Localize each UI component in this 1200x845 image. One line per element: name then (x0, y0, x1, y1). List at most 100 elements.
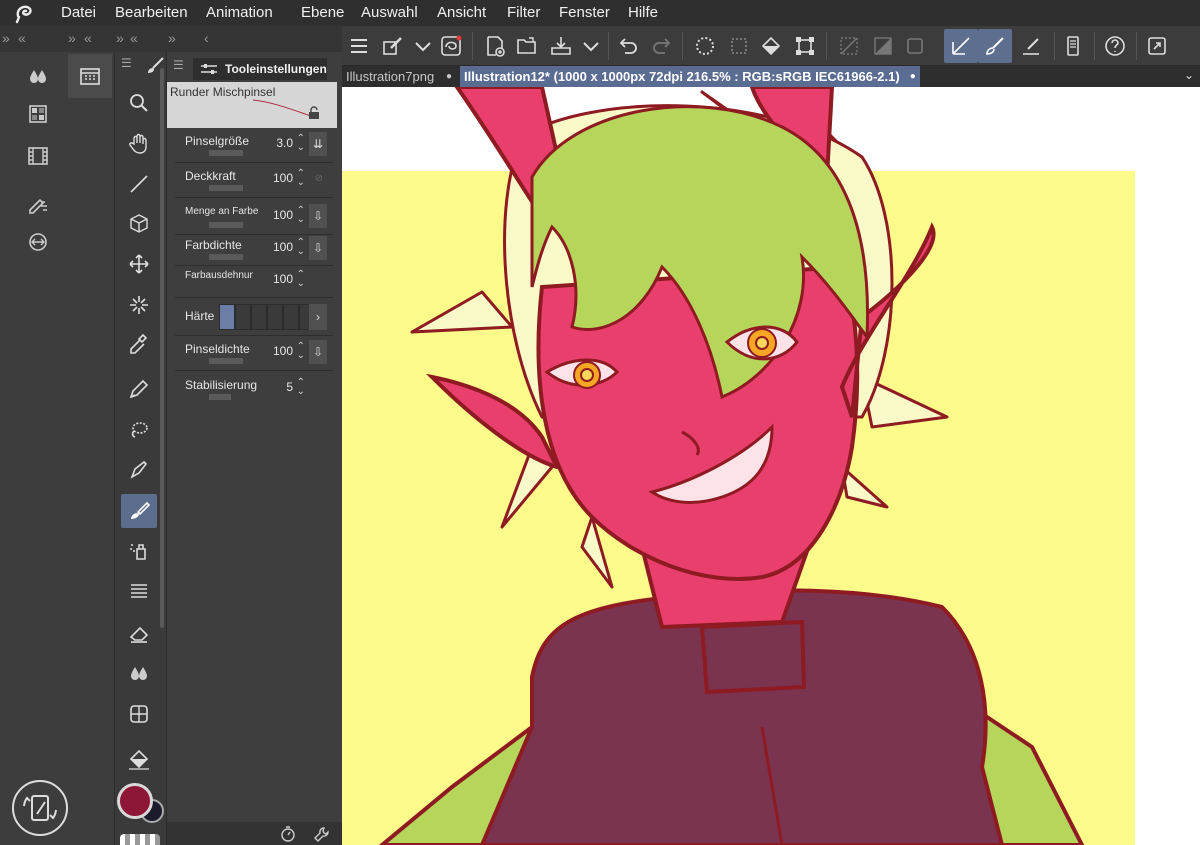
transform-icon[interactable] (790, 31, 820, 61)
menu-animation[interactable]: Animation (206, 4, 273, 21)
subtool-drops-icon[interactable] (24, 62, 52, 90)
chevron-right-icon[interactable]: › (309, 304, 327, 330)
lock-icon[interactable] (307, 106, 321, 125)
menu-ansicht[interactable]: Ansicht (437, 4, 486, 21)
auto-select-icon[interactable] (121, 288, 157, 322)
pencil-icon[interactable] (121, 453, 157, 487)
spin-icon[interactable]: ⌃ ⌄ (297, 238, 305, 257)
line-icon[interactable] (121, 167, 157, 201)
expand-right-icon[interactable]: » (168, 30, 176, 46)
expand-right-icon[interactable]: » (116, 30, 124, 46)
close-dot-icon[interactable]: ● (446, 71, 452, 82)
menu-bearbeiten[interactable]: Bearbeiten (115, 4, 188, 21)
3d-object-icon[interactable] (121, 207, 157, 241)
airbrush-icon[interactable] (121, 534, 157, 568)
palette-menu-icon[interactable]: ☰ (121, 56, 132, 70)
spin-icon[interactable]: ⌃ ⌄ (297, 378, 305, 397)
material-icon[interactable] (24, 100, 52, 128)
expand-right-icon[interactable]: » (68, 30, 76, 46)
smartphone-icon[interactable] (1058, 31, 1088, 61)
tab-illustration7[interactable]: Illustration7png ● (342, 66, 454, 87)
tool-settings-tab[interactable]: Tooleinstellungen (193, 58, 327, 80)
opacity-slider[interactable] (209, 185, 243, 191)
hand-icon[interactable] (121, 127, 157, 161)
menu-filter[interactable]: Filter (507, 4, 540, 21)
spin-icon[interactable]: ⌃ ⌄ (297, 270, 305, 289)
blend-icon[interactable] (121, 656, 157, 690)
save-icon[interactable] (546, 31, 576, 61)
color-stretch-value[interactable]: 100 (273, 272, 293, 286)
undo-icon[interactable] (614, 31, 644, 61)
figure-icon[interactable] (121, 697, 157, 731)
tool-scrollbar[interactable] (160, 68, 164, 628)
collapse-left-icon[interactable]: « (84, 30, 92, 46)
spin-icon[interactable]: ⌃ ⌄ (297, 134, 305, 153)
switch-device-icon[interactable] (10, 778, 70, 838)
menu-auswahl[interactable]: Auswahl (361, 4, 418, 21)
pressure-icon[interactable]: ⇩ (309, 204, 327, 228)
color-amount-slider[interactable] (209, 222, 243, 228)
menu-datei[interactable]: Datei (61, 4, 96, 21)
layer-property-icon[interactable] (24, 190, 52, 218)
close-dot-icon[interactable]: ● (910, 71, 916, 82)
reference-icon[interactable] (436, 31, 466, 61)
hardness-selector[interactable] (219, 304, 315, 330)
collapse-left-icon[interactable]: ‹ (204, 30, 209, 46)
fullscreen-icon[interactable] (1142, 31, 1172, 61)
select-all-icon[interactable] (690, 31, 720, 61)
brush-size-value[interactable]: 3.0 (276, 136, 293, 150)
color-density-value[interactable]: 100 (273, 240, 293, 254)
eyedropper-stroke-icon[interactable] (1016, 31, 1046, 61)
snap-special-icon[interactable] (868, 31, 898, 61)
fill-bucket-icon[interactable] (121, 742, 157, 776)
navigator-icon[interactable] (24, 228, 52, 256)
lasso-icon[interactable] (121, 413, 157, 447)
animation-icon[interactable] (24, 142, 52, 170)
eraser-icon[interactable] (121, 616, 157, 650)
color-amount-value[interactable]: 100 (273, 208, 293, 222)
expand-right-icon[interactable]: » (2, 30, 10, 46)
brush-preview[interactable]: Runder Mischpinsel (167, 82, 337, 128)
brush-size-slider[interactable] (209, 150, 243, 156)
collapse-left-icon[interactable]: « (18, 30, 26, 46)
disabled-toggle-icon[interactable]: ⊘ (315, 173, 323, 184)
menu-icon[interactable] (344, 31, 374, 61)
chevron-down-icon[interactable] (576, 31, 606, 61)
panel-menu-icon[interactable]: ☰ (173, 58, 184, 72)
eyedropper-icon[interactable] (121, 328, 157, 362)
pressure-settings-icon[interactable] (279, 825, 297, 845)
opacity-value[interactable]: 100 (273, 171, 293, 185)
menu-hilfe[interactable]: Hilfe (628, 4, 658, 21)
collapse-left-icon[interactable]: « (130, 30, 138, 46)
zoom-icon[interactable] (121, 86, 157, 120)
chevron-down-icon[interactable] (408, 31, 438, 61)
color-density-slider[interactable] (209, 254, 243, 260)
transparent-color-swatch[interactable] (120, 834, 160, 845)
snap-ruler-icon[interactable] (834, 31, 864, 61)
new-canvas-icon[interactable] (480, 31, 510, 61)
spin-icon[interactable]: ⌃ ⌄ (297, 342, 305, 361)
pressure-icon[interactable]: ⇩ (309, 340, 327, 364)
tab-illustration12[interactable]: Illustration12* (1000 x 1000px 72dpi 216… (460, 66, 920, 87)
pen-pressure-icon[interactable] (378, 31, 408, 61)
menu-fenster[interactable]: Fenster (559, 4, 610, 21)
calendar-icon[interactable] (76, 62, 104, 90)
pen-icon[interactable] (121, 372, 157, 406)
fill-icon[interactable] (756, 31, 786, 61)
decoration-icon[interactable] (121, 574, 157, 608)
spin-icon[interactable]: ⌃ ⌄ (297, 206, 305, 225)
deselect-icon[interactable] (724, 31, 754, 61)
help-icon[interactable] (1100, 31, 1130, 61)
redo-icon[interactable] (646, 31, 676, 61)
brush-icon[interactable] (121, 494, 157, 528)
pressure-icon[interactable]: ⇊ (309, 132, 327, 156)
snap-grid-icon[interactable] (900, 31, 930, 61)
stabilization-value[interactable]: 5 (286, 380, 293, 394)
wrench-icon[interactable] (313, 825, 331, 845)
stabilization-slider[interactable] (209, 394, 231, 400)
open-folder-icon[interactable] (512, 31, 542, 61)
menu-ebene[interactable]: Ebene (301, 4, 344, 21)
app-logo-icon[interactable] (0, 0, 50, 26)
spin-icon[interactable]: ⌃ ⌄ (297, 169, 305, 188)
ruler-pen-icon[interactable] (944, 29, 978, 63)
